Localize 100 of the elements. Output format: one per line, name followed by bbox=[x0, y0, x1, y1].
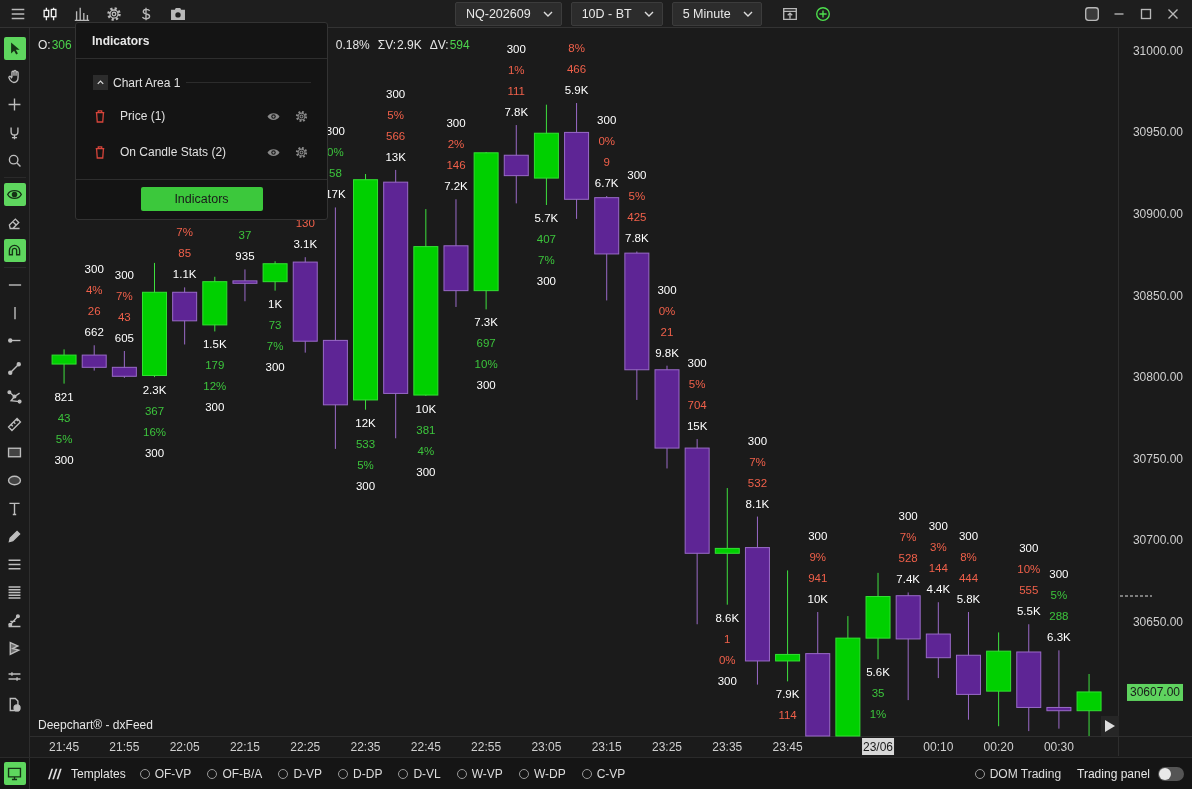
volume-label: 7.8K bbox=[504, 106, 529, 119]
delta-label: 37 bbox=[238, 229, 252, 242]
dom-trading-radio[interactable]: DOM Trading bbox=[974, 766, 1062, 781]
dropdown[interactable]: 10D - BT bbox=[570, 1, 663, 26]
volume-label: 1.1K bbox=[172, 268, 197, 281]
template-radio[interactable]: D-VL bbox=[398, 766, 441, 781]
volume-label: 5.7K bbox=[534, 212, 559, 224]
indicators-button[interactable]: Indicators bbox=[140, 187, 263, 211]
delta-label: 466 bbox=[566, 63, 587, 76]
percent-label: 1% bbox=[869, 708, 887, 721]
add-icon[interactable] bbox=[813, 4, 832, 23]
price-label: 30700.00 bbox=[1132, 533, 1183, 548]
volume-label: 2.3K bbox=[142, 384, 167, 397]
price-label: 30800.00 bbox=[1132, 370, 1183, 385]
settings-icon[interactable] bbox=[105, 4, 123, 23]
percent-label: 16% bbox=[143, 426, 166, 439]
percent-label: 10% bbox=[474, 358, 498, 371]
delta-label: 9 bbox=[603, 156, 610, 169]
delta-label: 566 bbox=[386, 129, 406, 142]
count-label: 300 bbox=[265, 360, 285, 373]
dropdown[interactable]: 5 Minute bbox=[671, 1, 762, 26]
volume-label: 1K bbox=[268, 297, 283, 310]
percent-label: 7% bbox=[749, 455, 766, 468]
delta-label: 111 bbox=[507, 85, 525, 98]
eye-tool[interactable] bbox=[3, 183, 26, 206]
percent-label: 2% bbox=[447, 138, 465, 151]
delta-label: 35 bbox=[871, 687, 885, 700]
count-label: 300 bbox=[928, 520, 948, 533]
count-label: 300 bbox=[627, 169, 647, 182]
scroll-right-button[interactable] bbox=[1101, 716, 1119, 736]
time-label: 21:55 bbox=[109, 739, 140, 754]
volume-label: 7.2K bbox=[444, 180, 468, 193]
volume-label: 6.3K bbox=[1047, 631, 1071, 644]
price-label: 30750.00 bbox=[1132, 451, 1183, 466]
volume-label: 4.4K bbox=[926, 583, 951, 596]
volume-label: 8.1K bbox=[745, 497, 770, 510]
count-label: 300 bbox=[657, 283, 677, 296]
price-label: 30950.00 bbox=[1132, 125, 1183, 140]
delta-label: 528 bbox=[898, 552, 918, 565]
time-label: 22:05 bbox=[169, 739, 200, 754]
template-radio[interactable]: C-VP bbox=[581, 766, 626, 781]
delta-label: 21 bbox=[660, 325, 674, 338]
count-label: 300 bbox=[386, 87, 406, 100]
stat-label: O: bbox=[38, 38, 51, 52]
trash-icon[interactable] bbox=[94, 109, 106, 123]
template-radio[interactable]: OF-VP bbox=[139, 766, 192, 781]
percent-label: 3% bbox=[930, 541, 947, 554]
delta-label: 146 bbox=[446, 159, 466, 172]
monitor-tool[interactable] bbox=[3, 762, 26, 785]
time-label: 00:30 bbox=[1043, 739, 1074, 754]
vertical-line-icon bbox=[12, 305, 17, 320]
count-label: 300 bbox=[536, 275, 556, 287]
percent-label: 5% bbox=[387, 108, 404, 121]
volume-label: 5.5K bbox=[1016, 605, 1041, 618]
chevron-down-icon bbox=[742, 10, 753, 17]
template-radio[interactable]: W-VP bbox=[456, 766, 503, 781]
volume-label: 605 bbox=[114, 332, 134, 344]
percent-label: 7% bbox=[176, 226, 193, 239]
trading-panel-toggle[interactable] bbox=[1158, 766, 1184, 781]
delta-label: 533 bbox=[355, 437, 376, 450]
template-radio[interactable]: D-VP bbox=[278, 766, 323, 781]
count-label: 300 bbox=[808, 530, 828, 542]
dropdown[interactable]: NQ-202609 bbox=[455, 1, 562, 26]
trash-icon[interactable] bbox=[94, 145, 106, 159]
count-label: 300 bbox=[717, 674, 737, 687]
time-label: 23:15 bbox=[591, 739, 622, 754]
volume-label: 13K bbox=[385, 150, 406, 163]
templates-icon[interactable] bbox=[45, 767, 63, 780]
price-label: 30650.00 bbox=[1132, 614, 1183, 629]
template-radio[interactable]: W-DP bbox=[518, 766, 566, 781]
delta-label: 144 bbox=[928, 562, 948, 575]
template-radio[interactable]: D-DP bbox=[338, 766, 383, 781]
time-label: 00:20 bbox=[983, 739, 1014, 754]
delta-label: 43 bbox=[117, 311, 131, 323]
trend-line-icon bbox=[6, 360, 23, 377]
volume-label: 10K bbox=[807, 593, 828, 605]
count-label: 300 bbox=[1049, 568, 1069, 581]
delta-label: 85 bbox=[178, 247, 192, 260]
count-label: 300 bbox=[958, 530, 979, 542]
volume-label: 5.6K bbox=[866, 666, 890, 679]
percent-label: 5% bbox=[357, 458, 374, 471]
magnet-tool[interactable] bbox=[3, 239, 26, 262]
percent-label: 7% bbox=[899, 531, 917, 544]
time-label: 23:25 bbox=[652, 739, 682, 754]
time-label: 00:10 bbox=[923, 739, 954, 754]
text-icon bbox=[6, 500, 23, 517]
volume-label: 5.9K bbox=[564, 84, 589, 97]
delta-label: 179 bbox=[205, 359, 225, 372]
delta-label: 381 bbox=[416, 423, 436, 436]
chevron-down-icon bbox=[542, 10, 553, 17]
settings-icon[interactable] bbox=[294, 108, 309, 124]
settings-icon[interactable] bbox=[294, 144, 309, 160]
stat-label: ΔV: bbox=[429, 38, 449, 52]
count-label: 300 bbox=[84, 263, 104, 276]
count-label: 300 bbox=[144, 447, 165, 460]
template-radio[interactable]: OF-B/A bbox=[207, 766, 263, 781]
delta-label: 425 bbox=[627, 211, 647, 224]
collapse-button[interactable] bbox=[93, 75, 108, 90]
pointer-tool[interactable] bbox=[3, 37, 26, 60]
volume-label: 5.8K bbox=[956, 593, 981, 605]
